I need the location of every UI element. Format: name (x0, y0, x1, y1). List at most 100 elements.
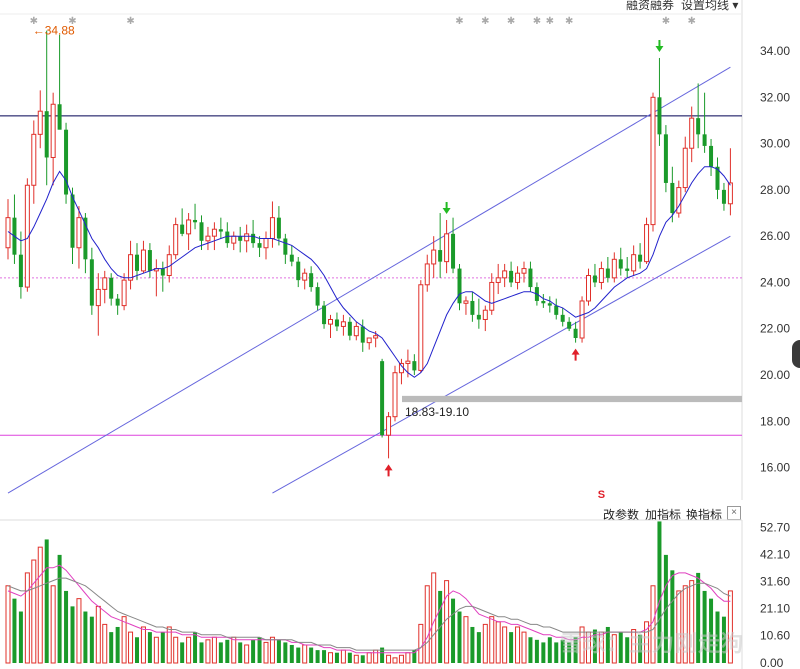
price-y-tick: 20.00 (760, 368, 790, 382)
candle-body (225, 231, 230, 244)
candle-body (147, 250, 152, 271)
candle-body (44, 111, 49, 158)
candle-body (463, 300, 469, 304)
volume-bar (160, 632, 165, 663)
candle-body (444, 233, 450, 263)
candle-body (289, 254, 294, 262)
price-y-tick: 24.00 (760, 275, 790, 289)
price-y-tick: 22.00 (760, 322, 790, 336)
candle-body (515, 272, 521, 283)
candle-body (605, 268, 610, 278)
volume-bar (398, 654, 404, 664)
candle-body (296, 261, 301, 281)
candle-body (211, 228, 217, 237)
price-chart: 16.00 18.00 20.00 22.00 24.00 26.00 28.00 30.00… (0, 0, 790, 500)
volume-bar (64, 590, 69, 663)
volume-bar (89, 616, 94, 663)
volume-bar (121, 616, 127, 664)
event-marker: ✱ (546, 16, 554, 27)
volume-bar (109, 632, 114, 663)
candle-body (186, 219, 192, 235)
volume-bar (70, 606, 75, 663)
volume-bar (147, 632, 152, 663)
volume-bar (373, 649, 379, 664)
candle-body (160, 268, 165, 276)
candle-body (121, 279, 127, 307)
watermark: 雪球：主力刚走狗 (560, 631, 745, 656)
candle-body (528, 268, 533, 288)
volume-bar (495, 621, 501, 664)
volume-bar (502, 626, 508, 664)
candle-body (721, 189, 726, 204)
candle-body (709, 145, 714, 167)
candle-body (689, 117, 695, 149)
volume-bar (24, 572, 30, 664)
side-panel-toggle[interactable] (792, 340, 800, 368)
volume-bar (199, 642, 204, 663)
candle-body (340, 321, 346, 327)
candle-body (18, 254, 23, 288)
volume-bar (193, 632, 198, 663)
volume-bar (244, 644, 250, 664)
candle-body (702, 134, 707, 146)
volume-bar (128, 631, 134, 664)
volume-bar (289, 644, 294, 663)
volume-bar (5, 585, 11, 664)
volume-bar (521, 631, 527, 664)
candle-body (573, 328, 578, 338)
candle-body (135, 254, 139, 271)
volume-y-tick: 52.70 (760, 520, 790, 534)
event-marker: ✱ (533, 16, 541, 27)
volume-bar (444, 580, 450, 664)
candle-body (366, 337, 372, 344)
price-y-tick: 26.00 (760, 229, 790, 243)
volume-bar (257, 637, 262, 663)
volume-bar (515, 626, 521, 664)
volume-bar (95, 605, 101, 664)
candle-body (638, 254, 643, 262)
volume-bar (115, 626, 120, 663)
candle-body (476, 314, 481, 320)
candle-body (380, 361, 385, 436)
volume-bar (31, 559, 37, 664)
candle-body (315, 287, 320, 306)
volume-bar (276, 639, 281, 663)
candle-body (727, 182, 733, 205)
event-marker: ✱ (68, 16, 76, 27)
candle-body (251, 233, 256, 244)
volume-bar (340, 649, 346, 664)
event-marker: ✱ (481, 16, 489, 27)
candle-body (140, 249, 146, 272)
price-y-tick: 16.00 (760, 461, 790, 475)
candle-body (322, 305, 327, 325)
event-marker: ✱ (455, 16, 463, 27)
candle-body (57, 104, 62, 130)
candle-body (618, 259, 623, 269)
candle-body (89, 259, 94, 306)
candle-body (470, 300, 475, 315)
candle-body (109, 277, 114, 299)
volume-bar (37, 546, 43, 664)
candle-body (283, 238, 288, 255)
candle-body (37, 110, 43, 135)
candle-body (115, 298, 120, 306)
volume-bar (218, 642, 223, 663)
channel-upper-line (7, 66, 731, 494)
candle-body (598, 268, 604, 283)
volume-bar (353, 654, 359, 664)
candle-body (180, 224, 185, 234)
candle-body (269, 217, 275, 239)
candle-body (560, 314, 565, 322)
buy-signal-arrow (571, 348, 580, 361)
candle-body (70, 194, 75, 248)
volume-bar (476, 632, 481, 663)
candle-body (398, 362, 404, 374)
candle-body (631, 254, 637, 272)
candle-body (373, 335, 379, 339)
candle-body (244, 233, 250, 242)
candle-body (676, 187, 682, 214)
candle-body (554, 305, 559, 315)
event-marker: ✱ (688, 16, 696, 27)
candle-body (412, 361, 417, 371)
volume-bar (405, 652, 411, 664)
